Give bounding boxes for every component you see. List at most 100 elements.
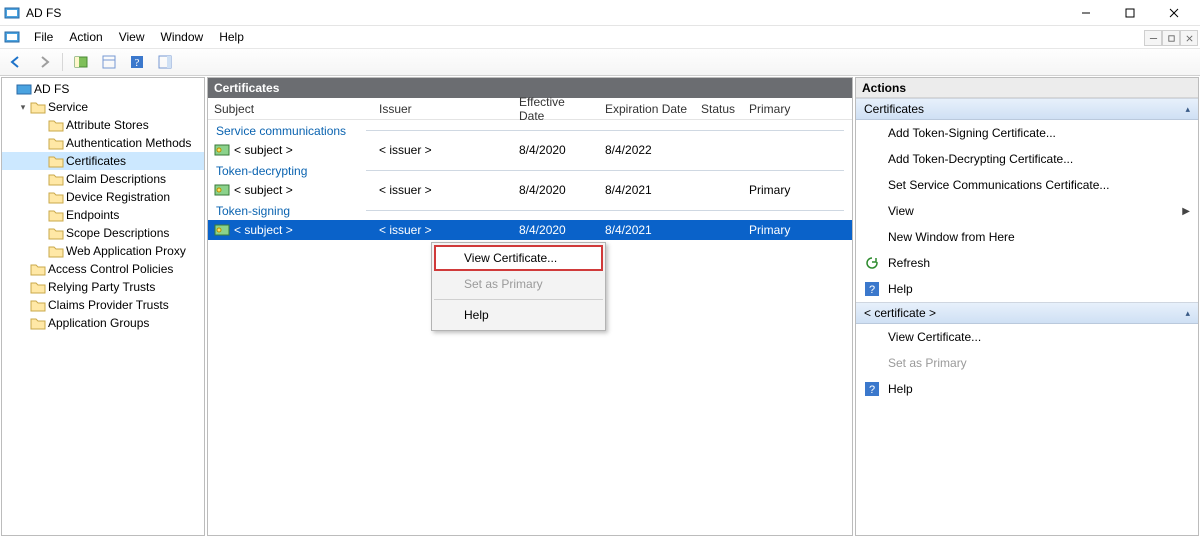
menu-view[interactable]: View: [111, 28, 153, 46]
scope-pane: AD FS ▾ Service Attribute Stores Authenti…: [1, 77, 205, 536]
blank-icon: [864, 125, 880, 141]
action-view-certificate[interactable]: View Certificate...: [856, 324, 1198, 350]
action-new-window[interactable]: New Window from Here: [856, 224, 1198, 250]
action-set-service-communications[interactable]: Set Service Communications Certificate..…: [856, 172, 1198, 198]
context-menu-label: Set as Primary: [464, 277, 543, 291]
actions-section-selected[interactable]: < certificate > ▴: [856, 302, 1198, 324]
column-header-effective[interactable]: Effective Date: [513, 95, 599, 123]
tree[interactable]: AD FS ▾ Service Attribute Stores Authenti…: [2, 78, 204, 334]
context-menu-set-as-primary: Set as Primary: [434, 271, 603, 297]
tree-label: Claims Provider Trusts: [48, 298, 169, 312]
tree-label: Attribute Stores: [66, 118, 149, 132]
tree-label: Device Registration: [66, 190, 170, 204]
tree-node-device-registration[interactable]: Device Registration: [2, 188, 204, 206]
adfs-root-icon: [16, 82, 32, 96]
cell-effective: 8/4/2020: [513, 143, 599, 157]
column-header-issuer[interactable]: Issuer: [373, 102, 513, 116]
action-label: Set Service Communications Certificate..…: [888, 178, 1109, 192]
window-maximize-button[interactable]: [1108, 0, 1152, 26]
cell-subject: < subject >: [234, 223, 293, 237]
toolbar-show-hide-tree-button[interactable]: [69, 51, 93, 73]
blank-icon: [864, 203, 880, 219]
column-header-expiration[interactable]: Expiration Date: [599, 102, 695, 116]
action-refresh[interactable]: Refresh: [856, 250, 1198, 276]
column-header-status[interactable]: Status: [695, 102, 743, 116]
collapse-icon: ▴: [1185, 308, 1190, 319]
tree-node-relying-party-trusts[interactable]: Relying Party Trusts: [2, 278, 204, 296]
window-close-button[interactable]: [1152, 0, 1196, 26]
tree-label: Scope Descriptions: [66, 226, 169, 240]
folder-icon: [48, 226, 64, 240]
mdi-close-button[interactable]: [1180, 30, 1198, 46]
tree-label: Access Control Policies: [48, 262, 173, 276]
menu-file[interactable]: File: [26, 28, 61, 46]
menu-bar: File Action View Window Help: [0, 26, 1200, 48]
mdi-minimize-button[interactable]: [1144, 30, 1162, 46]
tree-node-authentication-methods[interactable]: Authentication Methods: [2, 134, 204, 152]
folder-icon: [48, 136, 64, 150]
tree-node-web-application-proxy[interactable]: Web Application Proxy: [2, 242, 204, 260]
cell-effective: 8/4/2020: [513, 183, 599, 197]
action-add-token-decrypting[interactable]: Add Token-Decrypting Certificate...: [856, 146, 1198, 172]
column-headers[interactable]: Subject Issuer Effective Date Expiration…: [208, 98, 852, 120]
tree-node-scope-descriptions[interactable]: Scope Descriptions: [2, 224, 204, 242]
blank-icon: [864, 177, 880, 193]
actions-section-label: Certificates: [864, 102, 924, 116]
actions-section-certificates[interactable]: Certificates ▴: [856, 98, 1198, 120]
folder-icon: [48, 244, 64, 258]
nav-back-button[interactable]: [4, 51, 28, 73]
tree-label: Application Groups: [48, 316, 149, 330]
action-help[interactable]: ? Help: [856, 276, 1198, 302]
context-menu[interactable]: View Certificate... Set as Primary Help: [431, 242, 606, 331]
certificate-row[interactable]: < subject >< issuer >8/4/20208/4/2022: [208, 140, 852, 160]
column-header-primary[interactable]: Primary: [743, 102, 803, 116]
actions-pane-header: Actions: [856, 78, 1198, 98]
tree-node-application-groups[interactable]: Application Groups: [2, 314, 204, 332]
cell-issuer: < issuer >: [373, 143, 513, 157]
tree-node-endpoints[interactable]: Endpoints: [2, 206, 204, 224]
cell-subject: < subject >: [234, 183, 293, 197]
toolbar-separator: [62, 53, 63, 71]
blank-icon: [864, 355, 880, 371]
tree-node-certificates[interactable]: Certificates: [2, 152, 204, 170]
tree-node-claim-descriptions[interactable]: Claim Descriptions: [2, 170, 204, 188]
menu-window[interactable]: Window: [153, 28, 212, 46]
window-title: AD FS: [26, 6, 61, 20]
column-header-subject[interactable]: Subject: [208, 102, 373, 116]
tree-expanded-icon[interactable]: ▾: [18, 102, 28, 113]
tree-node-attribute-stores[interactable]: Attribute Stores: [2, 116, 204, 134]
menu-action[interactable]: Action: [61, 28, 110, 46]
action-help-selected[interactable]: ? Help: [856, 376, 1198, 402]
svg-text:?: ?: [869, 284, 875, 296]
action-view-submenu[interactable]: View ▶: [856, 198, 1198, 224]
tree-label: Service: [48, 100, 88, 114]
menu-help[interactable]: Help: [211, 28, 252, 46]
help-icon: ?: [864, 281, 880, 297]
context-menu-view-certificate[interactable]: View Certificate...: [434, 245, 603, 271]
certificate-icon: [214, 143, 230, 157]
certificate-row[interactable]: < subject >< issuer >8/4/20208/4/2021Pri…: [208, 220, 852, 240]
folder-icon: [48, 172, 64, 186]
toolbar-properties-button[interactable]: [97, 51, 121, 73]
blank-icon: [864, 151, 880, 167]
tree-node-claims-provider-trusts[interactable]: Claims Provider Trusts: [2, 296, 204, 314]
toolbar-help-button[interactable]: ?: [125, 51, 149, 73]
toolbar-show-hide-action-pane-button[interactable]: [153, 51, 177, 73]
nav-forward-button[interactable]: [32, 51, 56, 73]
certificate-icon: [214, 183, 230, 197]
action-label: Refresh: [888, 256, 930, 270]
mdi-restore-button[interactable]: [1162, 30, 1180, 46]
certificate-group-token-decrypting: Token-decrypting: [208, 160, 852, 180]
action-set-as-primary: Set as Primary: [856, 350, 1198, 376]
tree-node-access-control-policies[interactable]: Access Control Policies: [2, 260, 204, 278]
window-minimize-button[interactable]: [1064, 0, 1108, 26]
folder-icon: [30, 280, 46, 294]
cell-subject: < subject >: [234, 143, 293, 157]
context-menu-help[interactable]: Help: [434, 302, 603, 328]
cell-expiration: 8/4/2021: [599, 183, 695, 197]
tree-root-adfs[interactable]: AD FS: [2, 80, 204, 98]
group-label: Token-signing: [216, 204, 296, 218]
tree-node-service[interactable]: ▾ Service: [2, 98, 204, 116]
action-add-token-signing[interactable]: Add Token-Signing Certificate...: [856, 120, 1198, 146]
certificate-row[interactable]: < subject >< issuer >8/4/20208/4/2021Pri…: [208, 180, 852, 200]
